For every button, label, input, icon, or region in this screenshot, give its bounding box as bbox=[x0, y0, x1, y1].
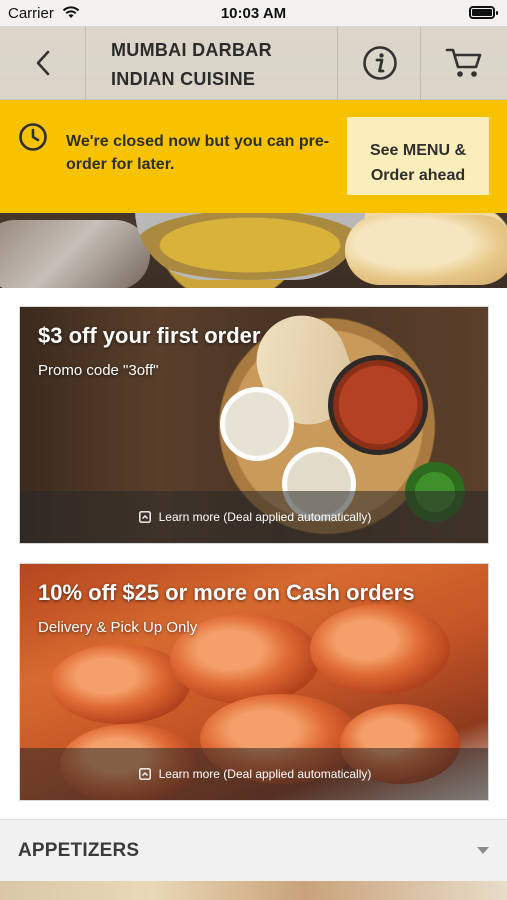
see-menu-order-ahead-button[interactable]: See MENU & Order ahead bbox=[347, 117, 489, 195]
deal-image-shrimp bbox=[50, 644, 190, 724]
clock-icon bbox=[19, 123, 47, 151]
deal-learn-more[interactable]: Learn more (Deal applied automatically) bbox=[20, 491, 488, 543]
closed-message: We're closed now but you can pre-order f… bbox=[66, 133, 330, 173]
status-bar: Carrier 10:03 AM bbox=[0, 0, 507, 26]
deal-title: $3 off your first order bbox=[38, 323, 261, 348]
section-food-image bbox=[0, 881, 507, 900]
deal-learn-more[interactable]: Learn more (Deal applied automatically) bbox=[20, 748, 488, 800]
cta-line-1: See MENU & bbox=[369, 142, 467, 159]
expand-up-icon bbox=[138, 768, 151, 780]
deal-card[interactable]: $3 off your first order Promo code "3off… bbox=[19, 306, 489, 544]
hero-curry-bowl bbox=[135, 210, 365, 280]
deal-subtitle: Promo code "3off" bbox=[38, 362, 159, 379]
deal-footer-text: Learn more (Deal applied automatically) bbox=[158, 767, 372, 781]
back-button[interactable] bbox=[0, 26, 86, 100]
deal-image-shrimp bbox=[310, 604, 450, 694]
menu-section-appetizers[interactable]: APPETIZERS bbox=[0, 819, 507, 881]
cart-icon bbox=[445, 48, 482, 77]
chevron-down-icon bbox=[477, 847, 489, 854]
cart-button[interactable] bbox=[421, 26, 507, 100]
deal-footer-text: Learn more (Deal applied automatically) bbox=[158, 510, 372, 524]
closed-notice-banner: We're closed now but you can pre-order f… bbox=[0, 100, 507, 213]
deal-image-rice-bowl bbox=[220, 387, 294, 461]
battery-icon bbox=[469, 6, 498, 19]
deals-list: $3 off your first order Promo code "3off… bbox=[0, 288, 507, 818]
info-button[interactable] bbox=[337, 26, 421, 100]
back-chevron-icon bbox=[36, 50, 50, 76]
section-label: APPETIZERS bbox=[18, 840, 140, 861]
restaurant-title: MUMBAI DARBAR INDIAN CUISINE bbox=[111, 36, 331, 94]
title-line-2: INDIAN CUISINE bbox=[111, 69, 256, 89]
info-icon bbox=[363, 46, 397, 80]
restaurant-page: Carrier 10:03 AM MUMBAI DARBAR INDIAN CU… bbox=[0, 0, 507, 900]
navigation-bar: MUMBAI DARBAR INDIAN CUISINE bbox=[0, 26, 507, 100]
deal-image-curry-bowl bbox=[328, 355, 428, 455]
deal-card[interactable]: 10% off $25 or more on Cash orders Deliv… bbox=[19, 563, 489, 801]
clock-time: 10:03 AM bbox=[220, 5, 287, 22]
deal-subtitle: Delivery & Pick Up Only bbox=[38, 619, 198, 636]
cta-line-2: Order ahead bbox=[370, 167, 466, 184]
title-line-1: MUMBAI DARBAR bbox=[111, 40, 272, 60]
hero-naan-bread bbox=[345, 215, 507, 285]
expand-up-icon bbox=[138, 511, 151, 523]
deal-title: 10% off $25 or more on Cash orders bbox=[38, 580, 415, 605]
hero-tray-decor bbox=[0, 220, 150, 288]
